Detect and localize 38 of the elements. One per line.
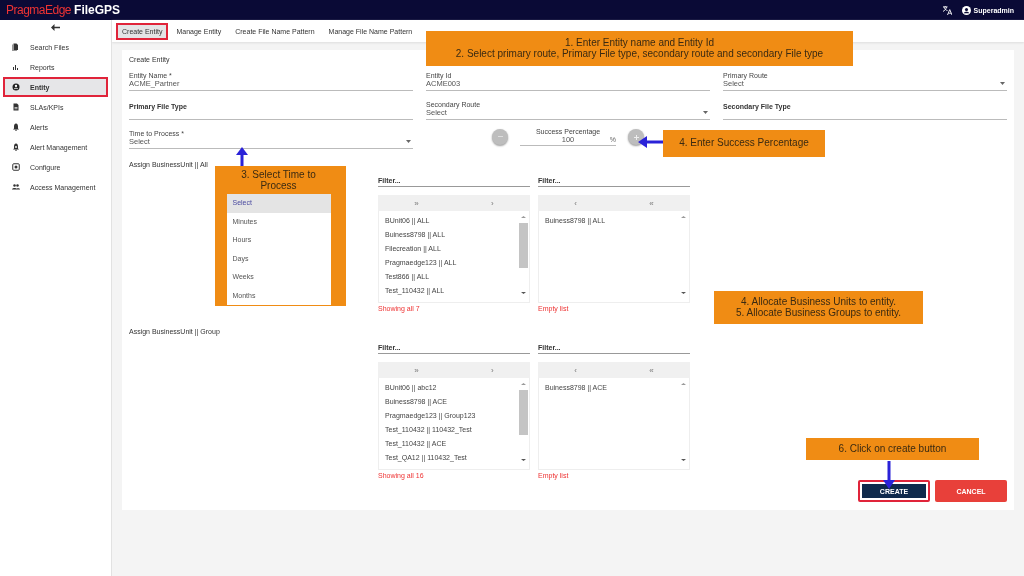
move-button[interactable]: ‹ xyxy=(570,365,581,375)
arrow-icon xyxy=(883,461,895,489)
move-button[interactable]: « xyxy=(645,365,658,375)
arrow-icon xyxy=(638,134,663,146)
user-icon xyxy=(961,5,971,15)
scrollbar[interactable] xyxy=(679,213,688,297)
callout-text: 6. Click on create button xyxy=(838,443,947,455)
caret-icon[interactable] xyxy=(1000,82,1005,85)
plus-button[interactable] xyxy=(628,129,644,145)
callout-text: 4. Enter Success Percentage xyxy=(679,138,809,149)
back-arrow-icon[interactable] xyxy=(51,24,60,31)
move-button[interactable]: › xyxy=(487,365,498,375)
move-button[interactable]: ‹ xyxy=(570,198,581,208)
app-logo[interactable]: PragmaEdge FileGPS xyxy=(6,3,121,17)
people-icon xyxy=(12,183,20,191)
move-button[interactable]: › xyxy=(487,198,498,208)
translate-icon[interactable] xyxy=(942,5,952,15)
move-button[interactable]: « xyxy=(645,198,658,208)
move-button[interactable]: » xyxy=(410,365,423,375)
bell-icon xyxy=(12,143,20,151)
gear-icon xyxy=(12,163,20,171)
scrollbar[interactable] xyxy=(519,380,528,464)
document-icon xyxy=(12,103,20,111)
callout-text: 1. Enter Entity name and Entity Id 2. Select primary route, Primary File type, secondary route and secondary File type xyxy=(455,38,824,59)
bell-icon xyxy=(12,123,20,131)
scrollbar[interactable] xyxy=(679,380,688,464)
scrollbar[interactable] xyxy=(519,213,528,297)
caret-icon[interactable] xyxy=(703,111,708,114)
move-button[interactable]: » xyxy=(410,198,423,208)
caret-icon[interactable] xyxy=(406,140,411,143)
callout-text: 4. Allocate Business Units to entity. 5. Allocate Business Groups to entity. xyxy=(736,297,901,318)
plus-icon xyxy=(633,134,639,140)
person-icon xyxy=(12,83,20,91)
arrow-icon xyxy=(236,147,248,166)
minus-icon xyxy=(497,136,503,138)
file-icon xyxy=(12,43,20,51)
callout-text: 3. Select Time to Process xyxy=(240,170,317,191)
bar-chart-icon xyxy=(12,63,20,71)
